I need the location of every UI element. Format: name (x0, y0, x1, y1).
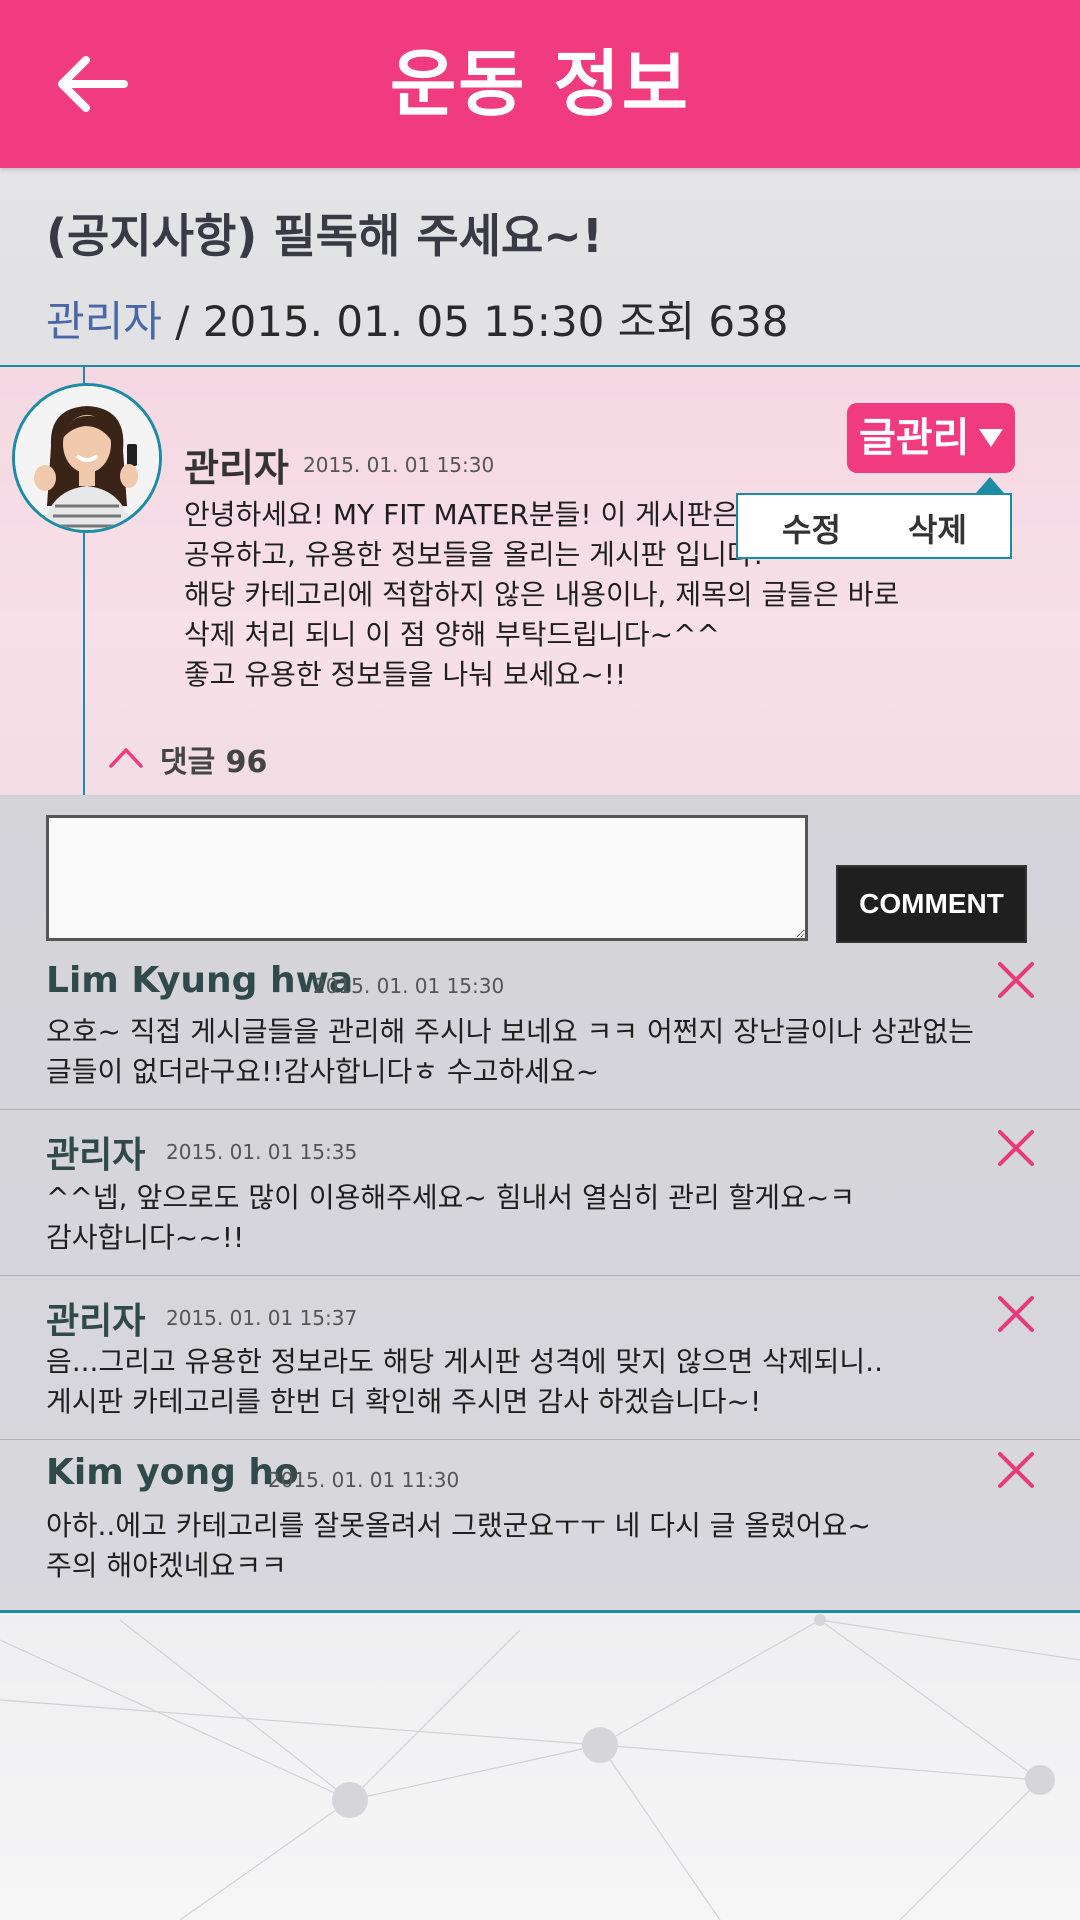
post-header: (공지사항) 필독해 주세요~! 관리자 / 2015. 01. 05 15:3… (0, 168, 1080, 366)
comment-text: 아하..에고 카테고리를 잘못올려서 그랬군요ㅜㅜ 네 다시 글 올렸어요~ 주… (46, 1509, 871, 1582)
comment-text: 오호~ 직접 게시글들을 관리해 주시나 보네요 ㅋㅋ 어쩐지 장난글이나 상관… (46, 1015, 974, 1088)
reply-count: 댓글 96 (160, 745, 268, 780)
comment-item: Kim yong ho 2015. 01. 01 11:30 아하..에고 카테… (0, 1440, 1080, 1606)
post-body: 관리자 2015. 01. 01 15:30 안녕하세요! MY FIT MAT… (0, 367, 1080, 795)
comment-item: Lim Kyung hwa 2015. 01. 01 15:30 오호~ 직접 … (0, 960, 1080, 1110)
comment-date: 2015. 01. 01 15:30 (313, 974, 505, 998)
comment-date: 2015. 01. 01 15:37 (166, 1306, 358, 1330)
manage-post-label: 글관리 (859, 415, 970, 461)
comment-author: Kim yong ho (46, 1452, 299, 1493)
delete-comment-icon[interactable] (996, 1128, 1036, 1168)
comment-date: 2015. 01. 01 15:35 (166, 1140, 358, 1164)
post-meta: 관리자 / 2015. 01. 05 15:30 조회 638 (46, 288, 788, 349)
divider-bottom (0, 1610, 1080, 1613)
comment-author: 관리자 (46, 1135, 146, 1176)
delete-post-menu-item[interactable]: 삭제 (908, 505, 967, 551)
delete-comment-icon[interactable] (996, 1450, 1036, 1490)
chevron-up-icon (109, 748, 143, 768)
post-author: 관리자 (184, 446, 289, 490)
comment-author: 관리자 (46, 1301, 146, 1342)
page-title: 운동 정보 (389, 42, 691, 126)
post-meta-author[interactable]: 관리자 (46, 297, 162, 346)
caret-down-icon (979, 429, 1003, 447)
avatar-portrait-icon (15, 386, 159, 530)
comment-section: COMMENT Lim Kyung hwa 2015. 01. 01 15:30… (0, 795, 1080, 1612)
comment-item: 관리자 2015. 01. 01 15:37 음...그리고 유용한 정보라도 … (0, 1276, 1080, 1440)
comment-author: Lim Kyung hwa (46, 960, 354, 1001)
post-meta-info: / 2015. 01. 05 15:30 조회 638 (161, 297, 789, 346)
comment-text: ^^넵, 앞으로도 많이 이용해주세요~ 힘내서 열심히 관리 할게요~ㅋ 감사… (46, 1181, 856, 1254)
delete-comment-icon[interactable] (996, 1294, 1036, 1334)
app-header: 운동 정보 (0, 0, 1080, 168)
divider-top (0, 365, 1080, 367)
post-date: 2015. 01. 01 15:30 (303, 453, 495, 477)
comment-date: 2015. 01. 01 11:30 (268, 1468, 460, 1492)
comment-item: 관리자 2015. 01. 01 15:35 ^^넵, 앞으로도 많이 이용해주… (0, 1110, 1080, 1276)
comment-list: Lim Kyung hwa 2015. 01. 01 15:30 오호~ 직접 … (0, 960, 1080, 1606)
avatar[interactable] (12, 383, 162, 533)
comment-submit-button[interactable]: COMMENT (836, 865, 1027, 943)
comment-text: 음...그리고 유용한 정보라도 해당 게시판 성격에 맞지 않으면 삭제되니.… (46, 1345, 883, 1418)
comment-input[interactable] (46, 815, 808, 941)
post-title: (공지사항) 필독해 주세요~! (46, 209, 603, 263)
edit-post-menu-item[interactable]: 수정 (782, 505, 841, 551)
manage-dropdown: 수정 삭제 (736, 477, 1012, 559)
manage-post-button[interactable]: 글관리 (847, 403, 1015, 473)
delete-comment-icon[interactable] (996, 960, 1036, 1000)
